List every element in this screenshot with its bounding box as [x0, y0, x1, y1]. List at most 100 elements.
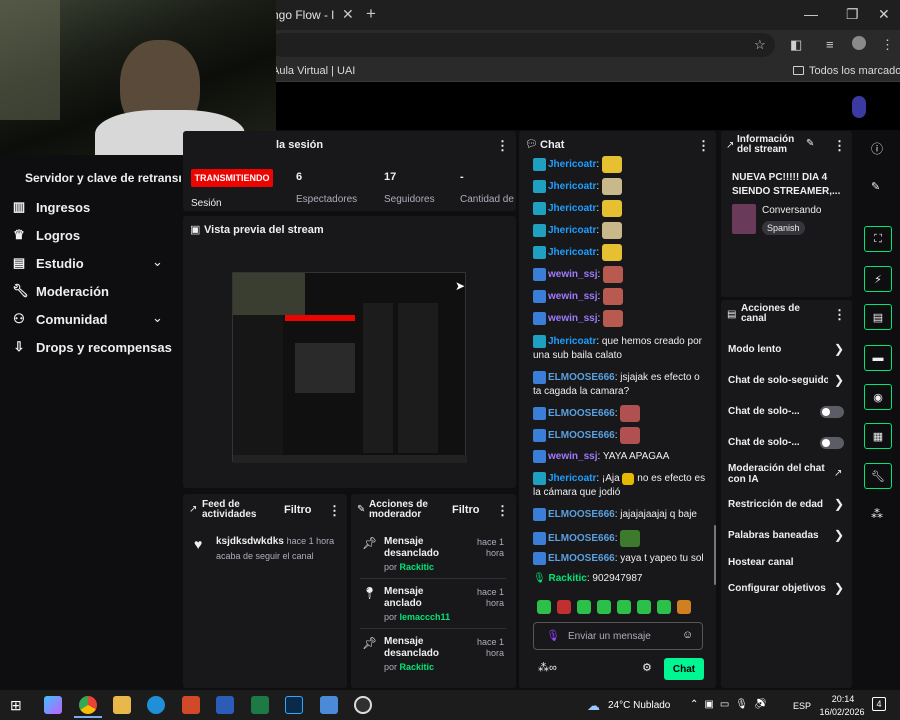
edge-icon[interactable]: [147, 696, 165, 714]
rail-button-wrench[interactable]: 🔧︎: [864, 463, 892, 489]
chevron-right-icon[interactable]: ❯: [834, 373, 844, 387]
live-badge: TRANSMITIENDO: [191, 169, 273, 187]
chat-send-button[interactable]: Chat: [664, 658, 704, 680]
word-icon[interactable]: [216, 696, 234, 714]
feed-filter-button[interactable]: Filtro: [284, 504, 312, 516]
info-menu-icon[interactable]: ⋮: [833, 138, 846, 154]
emote-icon: [637, 600, 651, 614]
clock-date[interactable]: 16/02/2026: [816, 707, 868, 717]
language-indicator[interactable]: ESP: [793, 701, 811, 711]
rail-button-clip[interactable]: ⛶: [864, 226, 892, 252]
chat-message: wewin_ssj:: [533, 310, 624, 327]
sidebar-item-moderacion[interactable]: 🔧︎ Moderación: [12, 283, 109, 299]
action-host-channel[interactable]: Hostear canal: [728, 557, 794, 568]
emote-icon: [601, 156, 622, 173]
stream-preview-video[interactable]: ➤: [232, 272, 467, 463]
action-followers-only[interactable]: Chat de solo-seguido: [728, 375, 828, 386]
gear-icon[interactable]: ⚙: [642, 661, 652, 674]
sidebar-item-estudio[interactable]: ▤ Estudio: [12, 255, 84, 271]
bookmark-aula-virtual[interactable]: Aula Virtual | UAI: [272, 65, 355, 77]
feed-menu-icon[interactable]: ⋮: [328, 503, 341, 519]
points-icon[interactable]: ⁂∞: [538, 661, 557, 674]
chat-message: Jhericoatr:: [533, 244, 622, 261]
more-icon[interactable]: ⁂: [871, 507, 883, 521]
session-menu-icon[interactable]: ⋮: [496, 138, 509, 154]
sidebar-item-logros[interactable]: ♛ Logros: [12, 227, 80, 243]
close-window-icon[interactable]: ✕: [878, 6, 890, 23]
stream-key-link[interactable]: Servidor y clave de retransm: [25, 171, 181, 185]
action-slow-mode[interactable]: Modo lento: [728, 344, 781, 355]
powerpoint-icon[interactable]: [182, 696, 200, 714]
pin-icon: 📍︎: [362, 586, 378, 600]
photoshop-icon[interactable]: [285, 696, 303, 714]
chevron-right-icon[interactable]: ❯: [834, 497, 844, 511]
mic-icon[interactable]: 🎙︎: [546, 629, 560, 642]
sidebar-item-ingresos[interactable]: ▥ Ingresos: [12, 199, 90, 215]
pencil-icon[interactable]: ✎: [871, 180, 880, 193]
tray-icons[interactable]: ⌃▣▭🎙︎🔊︎: [690, 699, 773, 710]
sidebar-item-comunidad[interactable]: ⚇ Comunidad: [12, 311, 107, 327]
mod-item-time: hace 1 hora: [476, 587, 504, 608]
cloud-icon: ☁: [587, 698, 600, 713]
address-bar[interactable]: [270, 33, 775, 57]
explorer-icon[interactable]: [113, 696, 131, 714]
chat-scrollbar[interactable]: [714, 525, 716, 585]
rail-button-chat[interactable]: ▬: [864, 345, 892, 371]
new-tab-button[interactable]: +: [366, 4, 376, 24]
store-icon[interactable]: [320, 696, 338, 714]
mod-filter-button[interactable]: Filtro: [452, 504, 480, 516]
chat-message: Jhericoatr:: [533, 156, 622, 173]
emote-icon: [601, 244, 622, 261]
browser-menu-icon[interactable]: ⋮: [881, 37, 894, 53]
close-tab-icon[interactable]: ✕: [342, 6, 354, 23]
user-avatar[interactable]: [852, 96, 866, 118]
rail-button-layout[interactable]: ▦: [864, 423, 892, 449]
emote-icon: [537, 600, 551, 614]
rail-button-broadcast[interactable]: ◉: [864, 384, 892, 410]
windows-start-icon[interactable]: ⊞: [10, 697, 22, 714]
minimize-icon[interactable]: —: [804, 6, 818, 22]
chat-menu-icon[interactable]: ⋮: [697, 138, 710, 154]
action-age-restriction[interactable]: Restricción de edad: [728, 499, 823, 510]
profile-avatar[interactable]: [852, 36, 866, 50]
external-link-icon[interactable]: ↗: [834, 468, 842, 479]
notification-center-icon[interactable]: 4: [872, 697, 886, 711]
user-badge-icon: [533, 180, 546, 193]
chat-message: ELMOOSE666: yaya t yapeo tu sol: [533, 552, 704, 565]
chevron-right-icon[interactable]: ❯: [834, 528, 844, 542]
feed-title-2: actividades: [202, 509, 257, 520]
feed-item[interactable]: ksjdksdwkdks hace 1 hora: [216, 536, 334, 547]
amount-value: -: [460, 171, 464, 183]
edit-icon[interactable]: ✎: [806, 138, 814, 149]
activity-feed-panel: [183, 494, 347, 688]
info-circle-icon[interactable]: ⓘ: [871, 140, 883, 157]
excel-icon[interactable]: [251, 696, 269, 714]
toggle-switch[interactable]: [820, 406, 844, 418]
emoji-icon[interactable]: ☺: [682, 629, 693, 641]
copilot-icon[interactable]: [44, 696, 62, 714]
rail-button-lightning[interactable]: ⚡︎: [864, 266, 892, 292]
star-icon[interactable]: ☆: [754, 37, 766, 53]
toggle-switch[interactable]: [820, 437, 844, 449]
chevron-down-icon[interactable]: ⌄: [152, 254, 163, 270]
chevron-down-icon[interactable]: ⌄: [152, 310, 163, 326]
action-ai-moderation[interactable]: Moderación del chat con IA: [728, 463, 825, 485]
weather-text[interactable]: 24°C Nublado: [608, 700, 670, 711]
extensions-icon[interactable]: ◧: [790, 37, 802, 53]
channel-actions-menu-icon[interactable]: ⋮: [833, 307, 846, 323]
action-set-goals[interactable]: Configurar objetivos: [728, 583, 826, 594]
action-banned-words[interactable]: Palabras baneadas: [728, 530, 819, 541]
chevron-right-icon[interactable]: ❯: [834, 342, 844, 356]
restore-icon[interactable]: ❐: [846, 6, 859, 23]
obs-icon[interactable]: [354, 696, 372, 714]
media-icon[interactable]: ≡: [826, 37, 834, 52]
all-bookmarks[interactable]: Todos los marcadores: [809, 65, 900, 77]
chrome-icon[interactable]: [79, 696, 97, 714]
browser-tab-title[interactable]: ngo Flow - l: [272, 8, 334, 22]
rail-button-notes[interactable]: ▤: [864, 304, 892, 330]
chevron-right-icon[interactable]: ❯: [834, 581, 844, 595]
clock-time[interactable]: 20:14: [828, 694, 858, 704]
sidebar-item-drops[interactable]: ⇩ Drops y recompensas: [12, 339, 172, 355]
emote-bar[interactable]: [537, 600, 691, 614]
mod-menu-icon[interactable]: ⋮: [496, 503, 509, 519]
